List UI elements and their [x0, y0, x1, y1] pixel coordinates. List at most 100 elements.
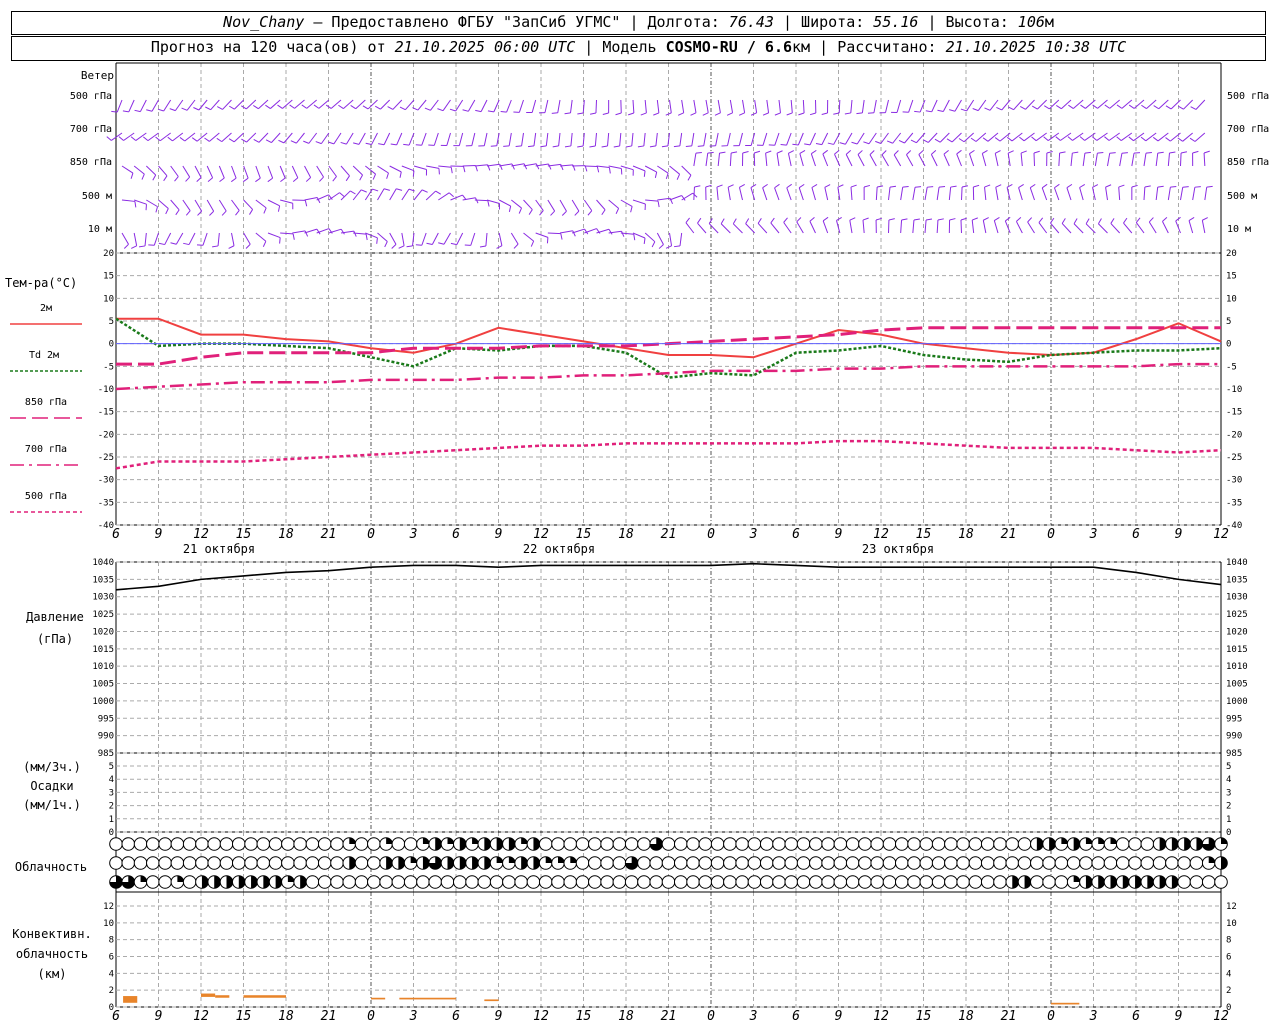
cloud-cover-mark	[219, 856, 234, 870]
wind-barb-feather	[304, 200, 308, 207]
cloud-cover-mark	[244, 837, 258, 851]
hour-tick: 18	[958, 527, 974, 542]
wind-barb-feather	[552, 145, 559, 148]
wind-barb	[644, 165, 657, 173]
cloud-cover-mark	[1103, 856, 1118, 870]
wind-barb-feather	[339, 192, 345, 197]
wind-barb	[1195, 99, 1206, 110]
wind-barb-feather	[1079, 183, 1086, 188]
wind-barb	[559, 164, 573, 167]
wind-barb-feather	[387, 106, 394, 110]
wind-barb	[304, 165, 312, 178]
wind-barb	[221, 132, 232, 142]
wind-barb-feather	[228, 105, 235, 110]
wind-barb-feather	[435, 190, 441, 195]
cloud-fill	[1184, 837, 1191, 851]
temp-tick-left: 0	[109, 340, 114, 350]
wind-barb	[1109, 99, 1120, 109]
wind-barb-feather	[949, 109, 956, 112]
wind-barb-feather	[943, 149, 949, 155]
wind-barb-feather	[207, 177, 213, 183]
wind-barb	[987, 132, 999, 142]
cloud-cover-mark	[293, 837, 307, 851]
wind-barb	[1146, 99, 1157, 109]
wind-barb	[1096, 132, 1108, 141]
wind-barb-feather	[893, 150, 899, 156]
cloud-fill	[1110, 837, 1117, 844]
wind-barb-feather	[315, 141, 322, 145]
temp-tick-right: 10	[1226, 294, 1237, 304]
temp-title: Тем-ра(°C)	[5, 276, 77, 290]
wind-barb-feather	[1140, 136, 1147, 142]
wind-barb-feather	[902, 186, 909, 188]
wind-barb	[474, 199, 488, 202]
wind-barb	[508, 132, 512, 146]
wind-barb-feather	[301, 104, 307, 109]
pressure-tick-left: 1025	[92, 610, 114, 620]
wind-barb	[333, 132, 342, 145]
wind-barb	[838, 99, 841, 114]
conv-tick-left: 4	[109, 969, 114, 979]
wind-barb-feather	[888, 218, 895, 221]
wind-barb	[304, 228, 318, 234]
cloud-fill	[1036, 837, 1044, 851]
wind-barb-feather	[118, 136, 124, 141]
wind-barb-feather	[139, 245, 146, 248]
wind-barb-feather	[994, 216, 1000, 221]
wind-barb	[558, 132, 561, 146]
wind-barb-feather	[518, 207, 522, 214]
wind-barb	[924, 220, 927, 234]
cloud-cover-mark	[919, 856, 934, 870]
cloud-cover-mark	[637, 837, 651, 851]
wind-barb-feather	[221, 210, 227, 216]
wind-barb	[147, 132, 159, 142]
conv-tick-left: 6	[109, 953, 114, 963]
cloud-fill	[1196, 837, 1203, 851]
conv-tick-right: 12	[1226, 902, 1237, 912]
wind-barb	[559, 199, 567, 212]
wind-barb	[1180, 187, 1184, 201]
wind-barb	[231, 199, 240, 211]
wind-barb-feather	[685, 145, 692, 147]
cloud-cover-mark	[1054, 856, 1069, 870]
wind-barb	[396, 132, 403, 146]
wind-barb	[401, 165, 415, 172]
wind-barb-feather	[792, 143, 799, 146]
wind-barb	[246, 99, 257, 110]
wind-barb	[486, 163, 500, 167]
wind-barb	[401, 188, 410, 201]
cloud-cover-mark	[784, 837, 799, 851]
wind-barb	[557, 99, 561, 113]
cloud-cover-mark	[514, 875, 528, 889]
cloud-cover-mark	[735, 856, 749, 870]
wind-barb	[1148, 221, 1157, 234]
wind-barb-feather	[174, 176, 179, 182]
wind-barb-feather	[972, 217, 978, 221]
wind-barb-feather	[1033, 150, 1040, 154]
wind-barb	[499, 163, 513, 167]
wind-barb-feather	[1190, 106, 1197, 110]
wind-barb-feather	[969, 149, 975, 155]
cloud-cover-mark	[735, 875, 749, 889]
cloud-fill	[251, 875, 258, 889]
precip-unit-3h: (мм/3ч.)	[23, 760, 81, 774]
wind-barb	[1058, 152, 1061, 167]
wind-barb-feather	[811, 149, 817, 155]
wind-barb-feather	[1121, 152, 1128, 154]
legend-label: 2м	[40, 303, 52, 314]
wind-barb-feather	[754, 150, 761, 154]
wind-barb-feather	[687, 174, 692, 181]
wind-barb	[151, 99, 159, 112]
wind-barb	[1157, 132, 1169, 142]
cloud-cover-mark	[121, 837, 136, 851]
wind-barb-feather	[212, 245, 219, 248]
wind-barb-feather	[906, 150, 912, 156]
wind-barb-feather	[475, 109, 482, 113]
wind-barb-feather	[185, 210, 191, 216]
cloud-fill	[533, 856, 540, 870]
cloud-cover-mark	[182, 856, 197, 870]
wind-barb-feather	[1178, 105, 1184, 110]
wind-barb	[570, 132, 573, 146]
wind-barb	[270, 99, 281, 109]
wind-barb	[255, 232, 267, 242]
